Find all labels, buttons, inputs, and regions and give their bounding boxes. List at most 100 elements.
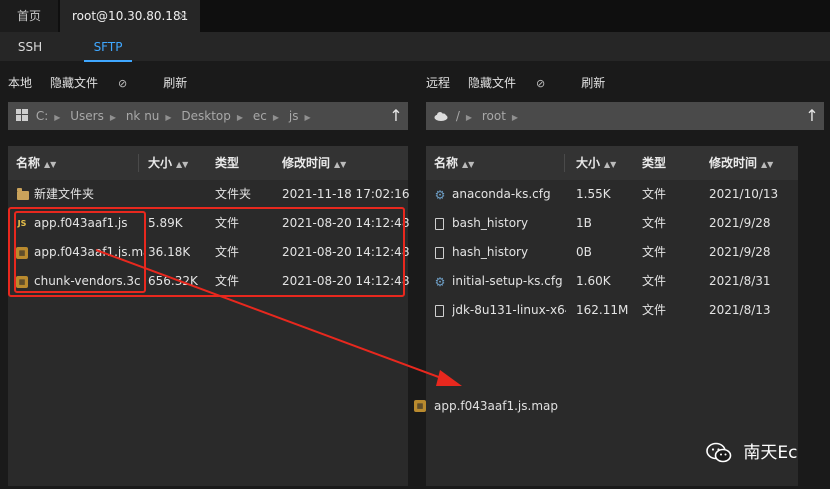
watermark: 南天Ec <box>706 440 798 466</box>
cloud-icon <box>434 103 448 121</box>
table-row[interactable]: hash_history 0B 文件 2021/9/28 <box>426 238 798 267</box>
file-type: 文件 <box>642 303 667 317</box>
file-name: anaconda-ks.cfg <box>452 187 551 201</box>
eye-slash-icon: ⊘ <box>536 77 546 90</box>
document-icon <box>435 218 444 230</box>
chevron-right-icon: ▶ <box>465 113 473 122</box>
column-modified[interactable]: 修改时间 ▲▼ <box>709 146 773 180</box>
chevron-right-icon: ▶ <box>511 113 519 122</box>
column-type[interactable]: 类型 <box>642 146 666 180</box>
remote-hide-files-label: 隐藏文件 <box>468 76 517 90</box>
windows-icon <box>16 103 28 121</box>
up-arrow-icon[interactable]: ↑ <box>800 102 824 130</box>
file-name: 新建文件夹 <box>34 187 95 201</box>
remote-refresh-button[interactable]: 刷新 <box>581 76 605 90</box>
column-name[interactable]: 名称 ▲▼ <box>434 146 474 180</box>
local-hide-files-button[interactable]: 隐藏文件 ⊘ <box>50 76 145 90</box>
path-segment[interactable]: js <box>289 109 299 123</box>
gear-icon: ⚙ <box>434 188 446 202</box>
local-file-panel: 名称 ▲▼ 大小 ▲▼ 类型 修改时间 ▲▼ 新建文件夹 文件夹 2021-11-18… <box>8 146 410 486</box>
column-name[interactable]: 名称 ▲▼ <box>16 146 56 180</box>
tab-bar: 首页 root@10.30.80.181 × <box>0 0 830 32</box>
remote-toolbar: 远程 隐藏文件 ⊘ 刷新 <box>426 72 623 94</box>
close-icon[interactable]: × <box>178 0 188 32</box>
file-size: 162.11M <box>576 303 629 317</box>
local-toolbar: 本地 隐藏文件 ⊘ 刷新 <box>8 72 205 94</box>
path-segment[interactable]: nk nu <box>126 109 160 123</box>
path-segment[interactable]: C: <box>36 109 48 123</box>
watermark-text: 南天Ec <box>743 443 798 463</box>
column-divider[interactable] <box>138 154 139 172</box>
remote-hide-files-button[interactable]: 隐藏文件 ⊘ <box>468 76 563 90</box>
tab-sftp[interactable]: SFTP <box>78 32 138 62</box>
drag-ghost: ▦ app.f043aaf1.js.map <box>414 396 558 416</box>
column-size[interactable]: 大小 ▲▼ <box>148 146 188 180</box>
column-name-label: 名称 <box>434 156 459 170</box>
chevron-right-icon: ▶ <box>304 113 311 122</box>
column-size-label: 大小 <box>576 156 601 170</box>
path-segment[interactable]: Users <box>70 109 104 123</box>
remote-path-bar[interactable]: / ▶ root ▶ ↑ <box>426 102 824 130</box>
tab-session[interactable]: root@10.30.80.181 × <box>60 0 200 32</box>
chevron-right-icon: ▶ <box>236 113 244 122</box>
tab-ssh[interactable]: SSH <box>0 32 60 62</box>
table-row[interactable]: ⚙ initial-setup-ks.cfg 1.60K 文件 2021/8/3… <box>426 267 798 296</box>
map-file-icon: ▦ <box>414 400 426 412</box>
path-segment[interactable]: root <box>482 109 506 123</box>
drag-ghost-label: app.f043aaf1.js.map <box>434 399 558 413</box>
chevron-right-icon: ▶ <box>54 113 61 122</box>
remote-label: 远程 <box>426 76 451 90</box>
filename-highlight-box <box>14 211 146 293</box>
file-size: 1.60K <box>576 274 611 288</box>
local-table-header: 名称 ▲▼ 大小 ▲▼ 类型 修改时间 ▲▼ <box>8 146 408 180</box>
file-size: 1B <box>576 216 592 230</box>
local-refresh-button[interactable]: 刷新 <box>163 76 187 90</box>
file-modified: 2021/9/28 <box>709 245 771 259</box>
sort-icon: ▲▼ <box>604 160 617 169</box>
up-arrow-icon[interactable]: ↑ <box>384 102 408 130</box>
chevron-right-icon: ▶ <box>109 113 116 122</box>
sort-icon: ▲▼ <box>334 160 347 169</box>
remote-table-header: 名称 ▲▼ 大小 ▲▼ 类型 修改时间 ▲▼ <box>426 146 798 180</box>
protocol-tabs: SSH SFTP <box>0 32 830 62</box>
file-name: hash_history <box>452 245 529 259</box>
file-type: 文件夹 <box>215 187 252 201</box>
wechat-icon <box>706 442 732 464</box>
path-segment[interactable]: ec <box>253 109 267 123</box>
sort-icon: ▲▼ <box>761 160 774 169</box>
file-type: 文件 <box>642 216 667 230</box>
path-segment[interactable]: Desktop <box>181 109 231 123</box>
column-modified[interactable]: 修改时间 ▲▼ <box>282 146 346 180</box>
file-type: 文件 <box>642 187 667 201</box>
tab-home[interactable]: 首页 <box>0 0 58 32</box>
column-type[interactable]: 类型 <box>215 146 239 180</box>
file-size: 1.55K <box>576 187 611 201</box>
file-name: initial-setup-ks.cfg <box>452 274 563 288</box>
path-segment[interactable]: / <box>456 109 460 123</box>
column-size[interactable]: 大小 ▲▼ <box>576 146 616 180</box>
sort-icon: ▲▼ <box>462 160 475 169</box>
table-row[interactable]: jdk-8u131-linux-x64.rp 162.11M 文件 2021/8… <box>426 296 798 325</box>
chevron-right-icon: ▶ <box>272 113 280 122</box>
local-path-bar[interactable]: C: ▶ Users ▶ nk nu ▶ Desktop ▶ ec ▶ js ▶ ↑ <box>8 102 408 130</box>
table-row[interactable]: ⚙ anaconda-ks.cfg 1.55K 文件 2021/10/13 <box>426 180 798 209</box>
file-modified: 2021/8/31 <box>709 274 771 288</box>
local-hide-files-label: 隐藏文件 <box>50 76 99 90</box>
sort-icon: ▲▼ <box>44 160 57 169</box>
column-modified-label: 修改时间 <box>709 156 758 170</box>
local-label: 本地 <box>8 76 33 90</box>
file-modified: 2021-11-18 17:02:16 <box>282 187 410 201</box>
column-divider[interactable] <box>564 154 565 172</box>
chevron-right-icon: ▶ <box>165 113 172 122</box>
file-type: 文件 <box>642 274 667 288</box>
eye-slash-icon: ⊘ <box>118 77 128 90</box>
sort-icon: ▲▼ <box>176 160 189 169</box>
file-name: bash_history <box>452 216 529 230</box>
table-row[interactable]: bash_history 1B 文件 2021/9/28 <box>426 209 798 238</box>
table-row[interactable]: 新建文件夹 文件夹 2021-11-18 17:02:16 <box>8 180 410 209</box>
document-icon <box>435 305 444 317</box>
column-modified-label: 修改时间 <box>282 156 331 170</box>
tab-session-label: root@10.30.80.181 <box>72 9 189 23</box>
file-type: 文件 <box>642 245 667 259</box>
folder-icon <box>17 188 29 200</box>
